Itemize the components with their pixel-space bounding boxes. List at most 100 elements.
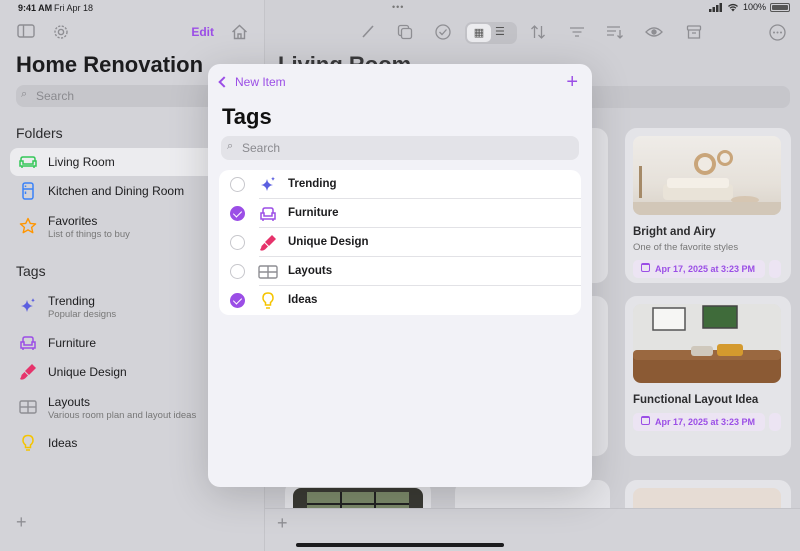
date-badge: Apr 17, 2025 at 3:23 PM — [633, 413, 765, 431]
card-photo — [633, 304, 781, 383]
battery-icon — [770, 2, 790, 12]
sidebar-search-placeholder: Search — [36, 89, 75, 103]
sidebar-item-label: Trending — [48, 294, 95, 308]
wifi-icon — [727, 3, 738, 11]
sidebar-item-subtitle: List of things to buy — [48, 229, 130, 240]
tag-badge — [769, 260, 781, 278]
paintbrush-icon — [260, 235, 276, 251]
tags-heading: Tags — [16, 263, 46, 279]
layout-icon — [19, 400, 37, 414]
sparkles-icon — [261, 176, 275, 191]
tag-row-label: Ideas — [288, 294, 318, 306]
tag-checkbox-checked[interactable] — [230, 293, 245, 308]
more-options-icon[interactable] — [769, 24, 786, 41]
sofa-icon — [19, 156, 37, 168]
tag-row-unique-design[interactable]: Unique Design — [219, 228, 581, 257]
calendar-icon — [641, 263, 650, 272]
battery-percent: 100% — [742, 2, 766, 12]
chevron-left-icon — [218, 76, 230, 88]
grid-view-icon[interactable]: ▦ — [467, 24, 491, 42]
tag-checkbox[interactable] — [230, 177, 245, 192]
tag-row-label: Unique Design — [288, 236, 369, 248]
search-icon: ⌕ — [21, 88, 28, 100]
fridge-icon — [22, 182, 34, 200]
sidebar-item-label: Kitchen and Dining Room — [48, 184, 185, 198]
star-icon — [19, 217, 37, 234]
main-toolbar: ▦ ☰ — [265, 22, 800, 44]
status-bar: 9:41 AM Fri Apr 18 ••• 100% — [0, 0, 800, 16]
tag-checkbox-checked[interactable] — [230, 206, 245, 221]
date-badge-text: Apr 17, 2025 at 3:23 PM — [655, 264, 756, 274]
lightbulb-icon — [262, 292, 274, 309]
sheet-title: Tags — [222, 104, 272, 129]
tag-row-layouts[interactable]: Layouts — [219, 257, 581, 286]
tags-search-input[interactable]: ⌕ Search — [221, 136, 579, 160]
list-view-icon[interactable]: ☰ — [495, 25, 505, 38]
tag-row-label: Layouts — [288, 265, 333, 277]
checkmark-circle-icon[interactable] — [435, 24, 451, 40]
duplicate-icon[interactable] — [397, 24, 413, 40]
sidebar-toolbar: Edit — [16, 24, 248, 42]
tag-row-trending[interactable]: Trending — [219, 170, 581, 199]
armchair-icon — [260, 207, 276, 221]
multitasking-dots-icon[interactable]: ••• — [392, 2, 404, 12]
filter-icon[interactable] — [569, 24, 585, 40]
card-subtitle: One of the favorite styles — [633, 242, 739, 253]
living-room-photo — [633, 150, 781, 215]
sidebar-item-subtitle: Various room plan and layout ideas — [48, 410, 197, 421]
tags-list: Trending Furniture Unique Design Layouts… — [219, 170, 581, 315]
status-date: Fri Apr 18 — [54, 3, 94, 13]
main-search-input[interactable] — [575, 86, 790, 108]
add-tag-button[interactable]: + — [566, 71, 578, 94]
back-button[interactable]: New Item — [218, 75, 286, 89]
armchair-icon — [20, 336, 36, 350]
date-badge-text: Apr 17, 2025 at 3:23 PM — [655, 417, 756, 427]
tag-checkbox[interactable] — [230, 235, 245, 250]
home-indicator[interactable] — [296, 543, 504, 547]
tag-badge — [769, 413, 781, 431]
back-button-label: New Item — [235, 75, 286, 89]
sidebar-item-subtitle: Popular designs — [48, 309, 117, 320]
sidebar-item-label: Ideas — [48, 436, 78, 450]
sidebar-title: Home Renovation — [16, 52, 204, 77]
tag-checkbox[interactable] — [230, 264, 245, 279]
date-badge: Apr 17, 2025 at 3:23 PM — [633, 260, 765, 278]
tag-row-label: Furniture — [288, 207, 339, 219]
view-mode-segmented-control[interactable]: ▦ ☰ — [465, 22, 517, 44]
edit-button[interactable]: Edit — [191, 25, 214, 39]
tag-row-ideas[interactable]: Ideas — [219, 286, 581, 315]
tags-search-placeholder: Search — [242, 141, 281, 155]
folders-heading: Folders — [16, 125, 63, 141]
add-item-button[interactable]: + — [277, 513, 288, 534]
sparkles-icon — [21, 298, 35, 312]
status-time: 9:41 AM — [18, 3, 53, 13]
paintbrush-icon — [20, 364, 36, 380]
lightbulb-icon — [22, 434, 34, 451]
card-photo — [633, 136, 781, 215]
tag-row-label: Trending — [288, 178, 337, 190]
sidebar-item-label: Living Room — [48, 155, 115, 169]
sidebar-item-label: Layouts — [48, 395, 91, 409]
sort-icon[interactable] — [530, 24, 546, 40]
sidebar-item-label: Furniture — [48, 336, 97, 350]
sidebar-item-label: Favorites — [48, 214, 98, 228]
layout-icon — [258, 265, 278, 279]
search-icon: ⌕ — [227, 140, 234, 152]
list-arrange-icon[interactable] — [606, 24, 624, 40]
cellular-icon — [708, 2, 722, 12]
eye-icon[interactable] — [645, 24, 663, 40]
card-title: Functional Layout Idea — [633, 394, 759, 406]
sofa-photo — [633, 304, 781, 383]
gear-icon[interactable] — [53, 24, 69, 40]
sidebar-toggle-icon[interactable] — [17, 24, 35, 38]
card-title: Bright and Airy — [633, 226, 716, 238]
tags-picker-sheet: New Item + Tags ⌕ Search Trending Furnit… — [208, 64, 592, 487]
item-card-functional-layout[interactable]: Functional Layout Idea Apr 17, 2025 at 3… — [625, 296, 791, 456]
home-icon[interactable] — [231, 24, 248, 40]
sidebar-add-button[interactable]: + — [16, 512, 27, 533]
item-card-bright-and-airy[interactable]: Bright and Airy One of the favorite styl… — [625, 128, 791, 283]
tag-row-furniture[interactable]: Furniture — [219, 199, 581, 228]
calendar-icon — [641, 416, 650, 425]
pencil-icon[interactable] — [361, 24, 375, 39]
archive-icon[interactable] — [686, 24, 702, 40]
